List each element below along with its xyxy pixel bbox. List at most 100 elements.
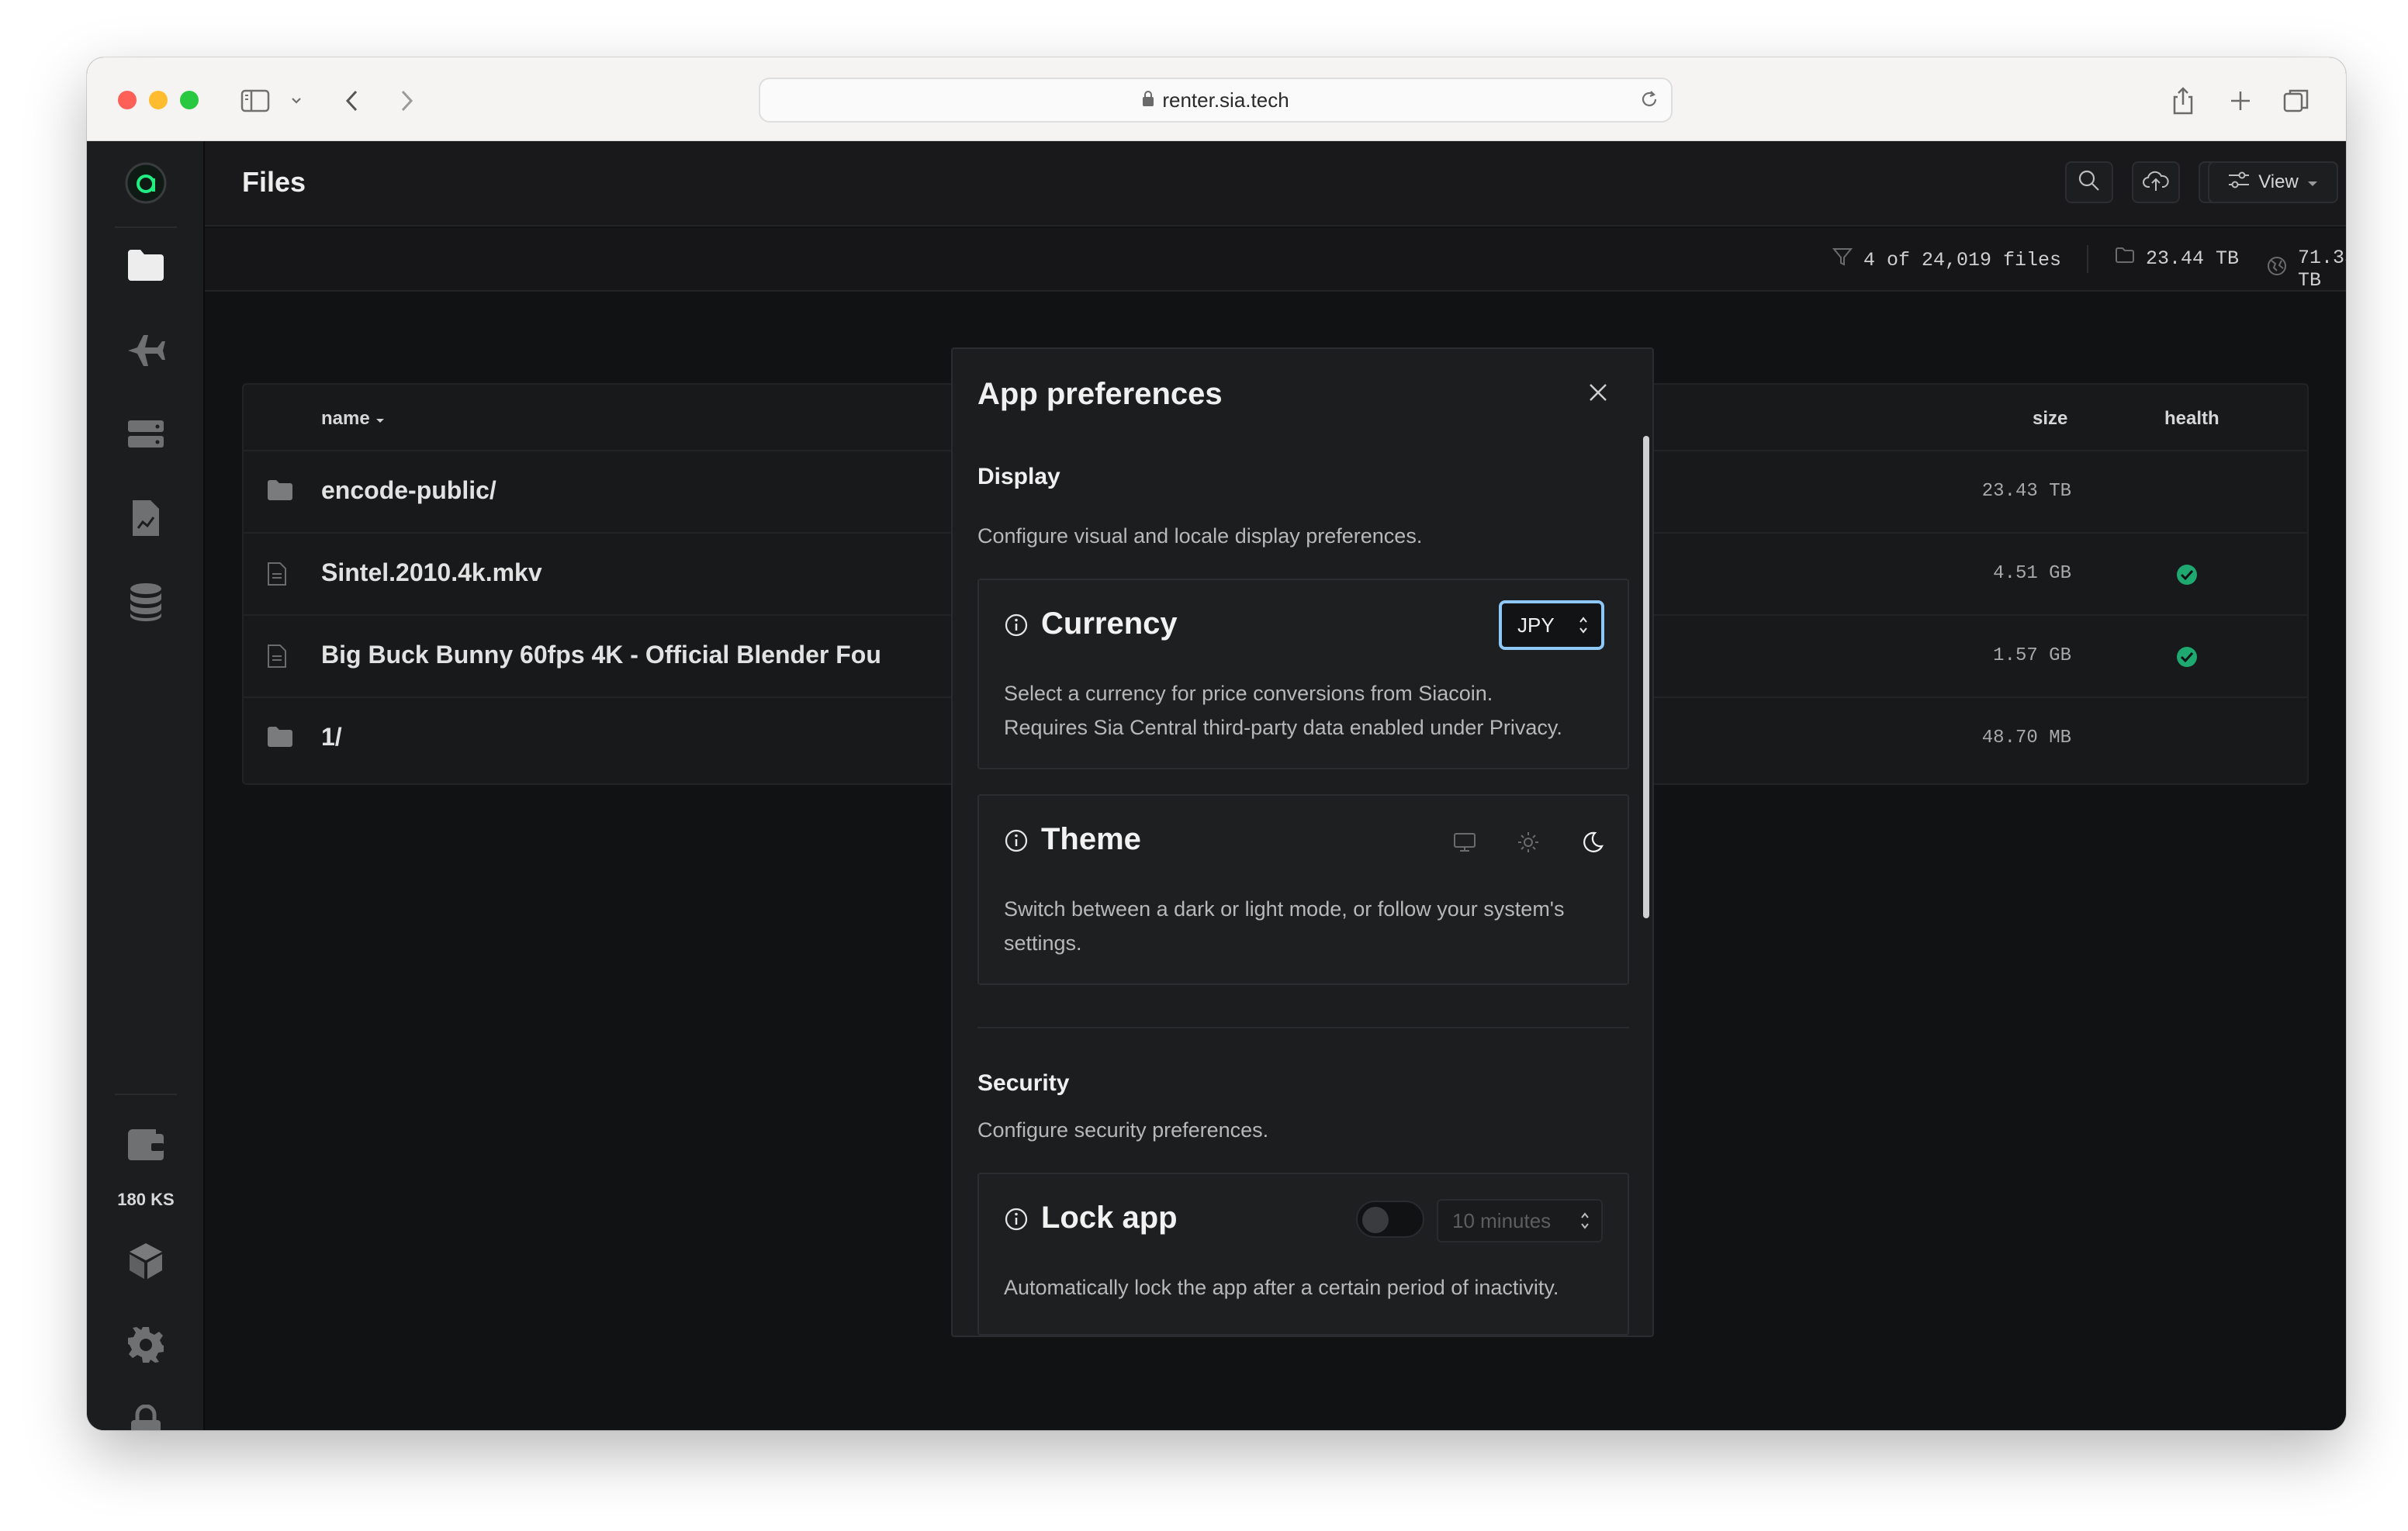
page-header: Files View bbox=[205, 141, 2346, 226]
database-icon[interactable] bbox=[123, 579, 169, 625]
dialog-title: App preferences bbox=[977, 377, 1223, 411]
section-divider bbox=[977, 1027, 1629, 1028]
gear-icon[interactable] bbox=[123, 1322, 169, 1368]
select-arrows-icon bbox=[1578, 614, 1589, 641]
search-icon bbox=[2078, 169, 2101, 196]
tab-overview-icon[interactable] bbox=[2279, 84, 2313, 118]
minimize-window-button[interactable] bbox=[149, 91, 168, 109]
row-name: Sintel.2010.4k.mkv bbox=[321, 558, 542, 586]
new-tab-icon[interactable] bbox=[2223, 84, 2258, 118]
dialog-scrollbar[interactable] bbox=[1643, 436, 1649, 918]
stat-divider bbox=[2087, 245, 2088, 273]
zoom-window-button[interactable] bbox=[180, 91, 199, 109]
lock-app-description: Automatically lock the app after a certa… bbox=[1004, 1276, 1559, 1299]
select-arrows-icon bbox=[1579, 1210, 1590, 1237]
row-name: Big Buck Bunny 60fps 4K - Official Blend… bbox=[321, 641, 881, 669]
currency-description-line1: Select a currency for price conversions … bbox=[1004, 682, 1493, 705]
lock-app-title: Lock app bbox=[1041, 1201, 1178, 1235]
page-title: Files bbox=[242, 166, 306, 198]
currency-setting-card: Currency JPY Select a currency for price… bbox=[977, 579, 1629, 769]
sidebar-divider bbox=[115, 226, 177, 228]
theme-setting-card: Theme Switch between a dark or light mod… bbox=[977, 794, 1629, 985]
sun-icon[interactable] bbox=[1513, 827, 1544, 858]
back-arrow-icon[interactable] bbox=[335, 84, 369, 118]
filter-icon bbox=[1832, 247, 1853, 273]
column-header-name[interactable]: name bbox=[321, 408, 386, 430]
row-name: encode-public/ bbox=[321, 476, 496, 504]
lock-timeout-select[interactable]: 10 minutes bbox=[1437, 1199, 1603, 1242]
currency-value: JPY bbox=[1517, 613, 1555, 637]
info-icon[interactable] bbox=[1004, 613, 1029, 641]
file-count-stat: 4 of 24,019 files bbox=[1832, 247, 2061, 273]
file-icon bbox=[267, 562, 287, 590]
row-size: 4.51 GB bbox=[1993, 563, 2071, 584]
share-icon[interactable] bbox=[2166, 84, 2200, 118]
stats-bar: 4 of 24,019 files 23.44 TB 71.35 TB bbox=[205, 228, 2346, 292]
row-size: 23.43 TB bbox=[1981, 481, 2071, 502]
cube-icon[interactable] bbox=[123, 1238, 169, 1284]
logo-icon[interactable] bbox=[123, 160, 169, 206]
lock-icon bbox=[1142, 88, 1154, 112]
storage-used-text: 23.44 TB bbox=[2146, 247, 2240, 270]
lock-icon[interactable] bbox=[123, 1401, 169, 1430]
forward-arrow-icon[interactable] bbox=[389, 84, 424, 118]
network-storage-text: 71.35 TB bbox=[2298, 247, 2346, 292]
upload-button[interactable] bbox=[2132, 161, 2180, 203]
close-window-button[interactable] bbox=[118, 91, 137, 109]
url-text: renter.sia.tech bbox=[1162, 88, 1289, 112]
lock-app-setting-card: Lock app 10 minutes Automatically lock t… bbox=[977, 1173, 1629, 1336]
display-section-description: Configure visual and locale display pref… bbox=[977, 524, 1423, 548]
chevron-down-icon[interactable] bbox=[279, 84, 313, 118]
wallet-icon[interactable] bbox=[123, 1121, 169, 1168]
browser-window: renter.sia.tech 180 KS Files View 4 of 2… bbox=[87, 57, 2346, 1430]
theme-description-line1: Switch between a dark or light mode, or … bbox=[1004, 897, 1565, 921]
currency-select[interactable]: JPY bbox=[1499, 600, 1604, 650]
row-name: 1/ bbox=[321, 723, 342, 751]
contracts-icon[interactable] bbox=[123, 495, 169, 541]
health-ok-icon bbox=[2175, 645, 2199, 672]
theme-title: Theme bbox=[1041, 822, 1141, 856]
wallet-balance: 180 KS bbox=[117, 1190, 175, 1209]
view-label: View bbox=[2258, 171, 2299, 192]
row-size: 1.57 GB bbox=[1993, 645, 2071, 666]
transfers-icon[interactable] bbox=[123, 327, 169, 374]
moon-icon[interactable] bbox=[1576, 827, 1607, 858]
toggle-knob bbox=[1362, 1207, 1389, 1233]
sidebar-divider bbox=[115, 1094, 177, 1095]
lock-timeout-value: 10 minutes bbox=[1452, 1208, 1552, 1232]
cloud-upload-icon bbox=[2143, 170, 2169, 195]
storage-used-stat: 23.44 TB bbox=[2115, 247, 2239, 270]
currency-title: Currency bbox=[1041, 607, 1178, 641]
app-sidebar: 180 KS bbox=[87, 141, 205, 1430]
globe-icon bbox=[2267, 256, 2287, 282]
search-button[interactable] bbox=[2065, 161, 2113, 203]
info-icon[interactable] bbox=[1004, 1207, 1029, 1236]
address-bar[interactable]: renter.sia.tech bbox=[759, 78, 1673, 123]
column-header-health[interactable]: health bbox=[2164, 408, 2219, 430]
folder-icon bbox=[267, 726, 293, 752]
hosts-icon[interactable] bbox=[123, 411, 169, 458]
row-size: 48.70 MB bbox=[1981, 727, 2071, 748]
monitor-icon[interactable] bbox=[1449, 827, 1480, 858]
close-icon[interactable] bbox=[1583, 377, 1614, 408]
folder-outline-icon bbox=[2115, 247, 2135, 270]
currency-description-line2: Requires Sia Central third-party data en… bbox=[1004, 716, 1562, 739]
view-button[interactable]: View bbox=[2208, 161, 2338, 203]
security-section-description: Configure security preferences. bbox=[977, 1118, 1269, 1142]
file-count-text: 4 of 24,019 files bbox=[1863, 248, 2062, 271]
app-preferences-dialog: App preferences Display Configure visual… bbox=[951, 347, 1654, 1337]
theme-description-line2: settings. bbox=[1004, 931, 1082, 955]
column-header-label: name bbox=[321, 408, 370, 429]
column-header-size[interactable]: size bbox=[2033, 408, 2067, 430]
info-icon[interactable] bbox=[1004, 828, 1029, 857]
browser-toolbar: renter.sia.tech bbox=[87, 57, 2346, 141]
lock-app-toggle[interactable] bbox=[1356, 1201, 1424, 1238]
sliders-icon bbox=[2227, 170, 2251, 195]
reload-icon[interactable] bbox=[1638, 88, 1660, 116]
folder-icon bbox=[267, 479, 293, 505]
caret-down-icon bbox=[2306, 171, 2319, 193]
files-icon[interactable] bbox=[123, 242, 169, 289]
sidebar-toggle-icon[interactable] bbox=[239, 84, 273, 118]
security-section-title: Security bbox=[977, 1070, 1070, 1096]
file-icon bbox=[267, 644, 287, 672]
